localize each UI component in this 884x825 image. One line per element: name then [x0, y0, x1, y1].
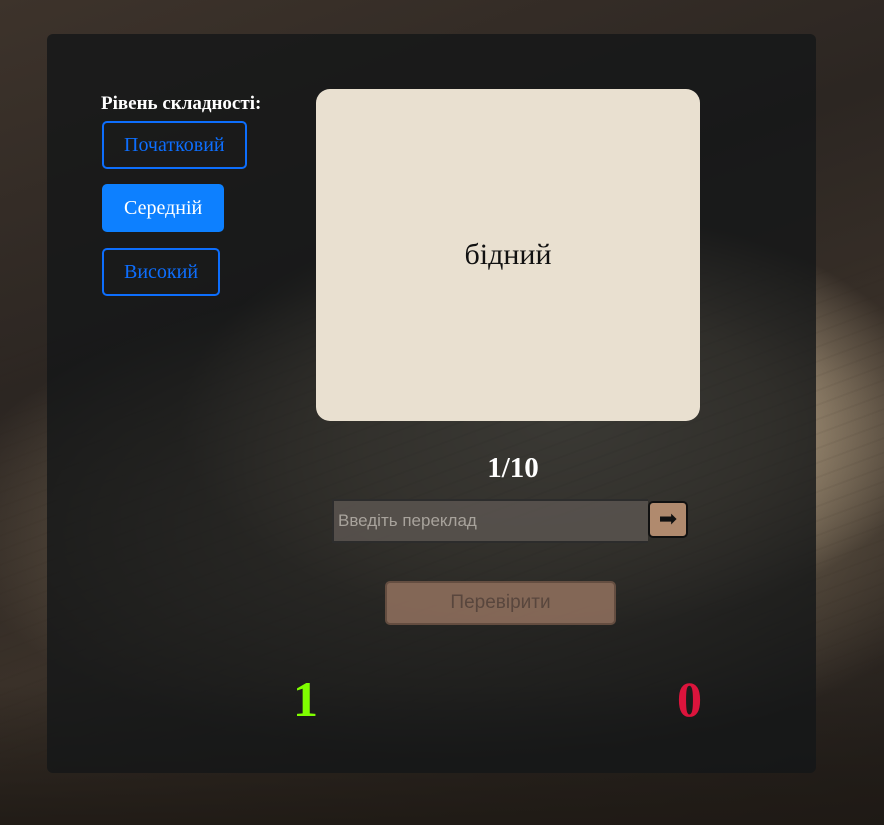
level-button-advanced[interactable]: Високий [102, 248, 221, 296]
translation-input[interactable] [332, 499, 648, 543]
flashcard[interactable]: бідний [316, 89, 700, 421]
wrong-score: 0 [677, 671, 702, 727]
arrow-right-icon: ➡ [658, 506, 678, 532]
submit-arrow-button[interactable]: ➡ [648, 501, 688, 538]
difficulty-title: Рівень складності: [101, 93, 262, 114]
check-button[interactable]: Перевірити [385, 581, 616, 625]
level-button-intermediate[interactable]: Середній [102, 184, 225, 232]
level-button-beginner[interactable]: Початковий [102, 121, 247, 169]
correct-score: 1 [293, 671, 318, 727]
flashcard-word: бідний [464, 238, 552, 271]
progress-counter: 1/10 [487, 452, 539, 484]
